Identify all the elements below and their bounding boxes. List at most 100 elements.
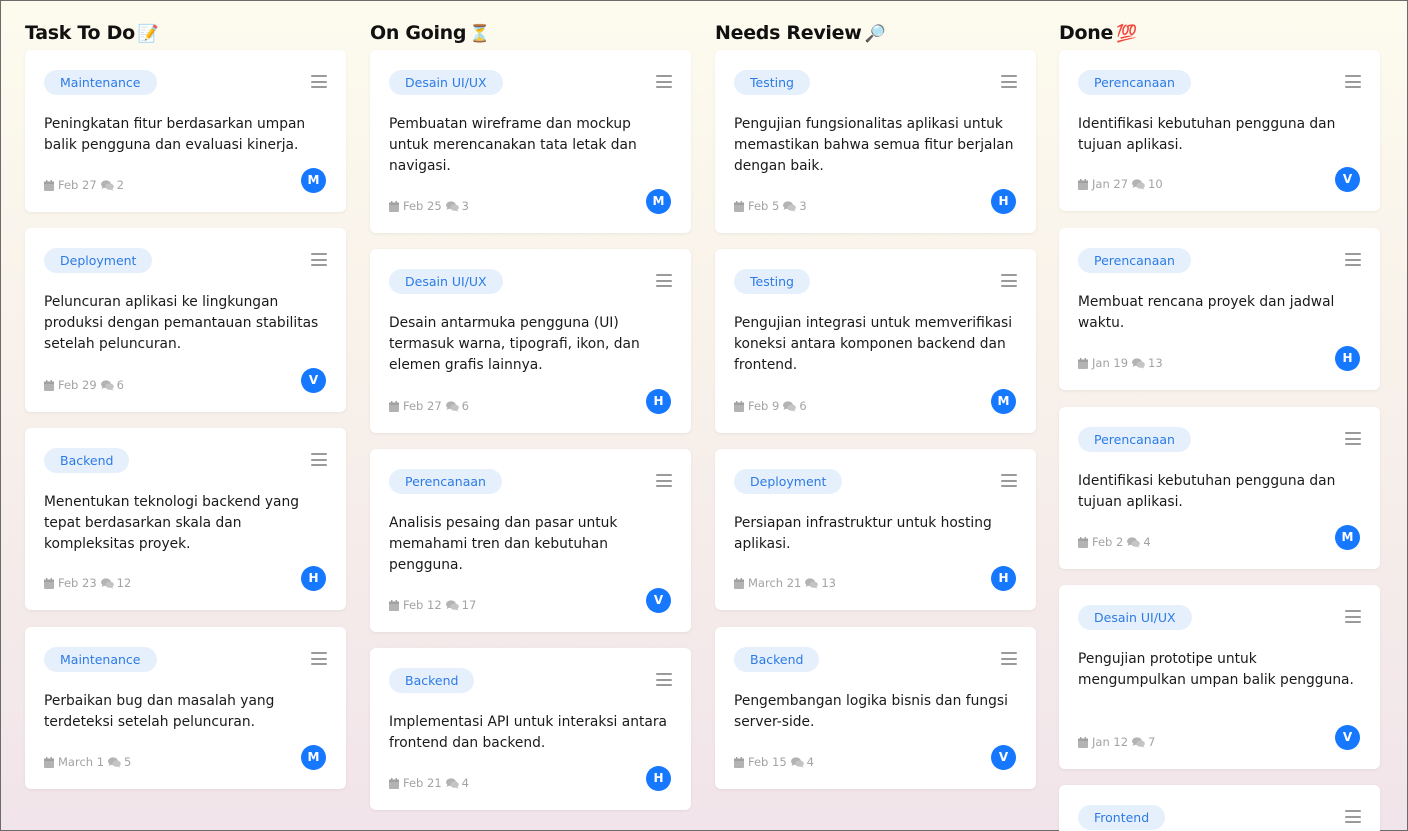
due-date: Feb 29 (58, 378, 97, 392)
drag-handle-icon[interactable] (1001, 274, 1017, 287)
calendar-icon (389, 599, 399, 611)
category-tag[interactable]: Maintenance (44, 647, 157, 672)
assignee-avatar[interactable]: H (646, 389, 671, 414)
comment-count: 5 (124, 755, 132, 769)
comments-icon (100, 179, 114, 191)
task-card[interactable]: Desain UI/UX Pembuatan wireframe dan mock… (370, 50, 691, 233)
due-date: March 21 (748, 576, 802, 590)
drag-handle-icon[interactable] (1001, 652, 1017, 665)
drag-handle-icon[interactable] (1345, 610, 1361, 623)
drag-handle-icon[interactable] (656, 75, 672, 88)
task-meta: Feb 29 6 (44, 378, 124, 392)
assignee-avatar[interactable]: M (301, 745, 326, 770)
task-meta: Feb 15 4 (734, 755, 814, 769)
assignee-avatar[interactable]: V (1335, 167, 1360, 192)
comment-count: 4 (461, 776, 469, 790)
task-card[interactable]: Perencanaan Analisis pesaing dan pasar un… (370, 449, 691, 632)
task-description: Identifikasi kebutuhan pengguna dan tuju… (1078, 116, 1336, 153)
drag-handle-icon[interactable] (1001, 75, 1017, 88)
task-card[interactable]: Backend Implementasi API untuk interaksi … (370, 648, 691, 810)
comments-icon (100, 379, 114, 391)
category-tag[interactable]: Perencanaan (1078, 427, 1191, 452)
task-card[interactable]: Perencanaan Membuat rencana proyek dan ja… (1059, 228, 1380, 390)
task-card[interactable]: Testing Pengujian integrasi untuk memveri… (715, 249, 1036, 433)
category-tag[interactable]: Desain UI/UX (1078, 605, 1192, 630)
due-date: Feb 5 (748, 199, 780, 213)
assignee-avatar[interactable]: M (991, 389, 1016, 414)
assignee-avatar[interactable]: M (646, 189, 671, 214)
calendar-icon (389, 200, 399, 212)
task-card[interactable]: Backend Menentukan teknologi backend yang… (25, 428, 346, 610)
task-card[interactable]: Desain UI/UX Desain antarmuka pengguna (U… (370, 249, 691, 433)
category-tag[interactable]: Backend (734, 647, 820, 672)
comments-icon (1127, 536, 1141, 548)
column-on-going: On Going ⏳ Desain UI/UX Pembuatan wireframe… (370, 1, 691, 831)
comment-count: 13 (821, 576, 836, 590)
category-tag[interactable]: Perencanaan (1078, 70, 1191, 95)
comments-icon (805, 577, 819, 589)
column-title: Done 💯 (1059, 22, 1137, 44)
category-tag[interactable]: Backend (389, 668, 475, 693)
category-tag[interactable]: Deployment (734, 469, 843, 494)
column-title-text: Done (1059, 22, 1114, 44)
category-tag[interactable]: Maintenance (44, 70, 157, 95)
kanban-board: Task To Do 📝 Maintenance Peningkatan fitur … (1, 1, 1408, 831)
assignee-avatar[interactable]: M (301, 168, 326, 193)
task-card[interactable]: Perencanaan Identifikasi kebutuhan penggu… (1059, 50, 1380, 211)
assignee-avatar[interactable]: H (991, 566, 1016, 591)
assignee-avatar[interactable]: H (646, 766, 671, 791)
assignee-avatar[interactable]: V (1335, 725, 1360, 750)
calendar-icon (389, 777, 399, 789)
task-card[interactable]: Perencanaan Identifikasi kebutuhan penggu… (1059, 407, 1380, 569)
drag-handle-icon[interactable] (1345, 75, 1361, 88)
task-description: Pembuatan wireframe dan mockup untuk mer… (389, 116, 637, 174)
category-tag[interactable]: Backend (44, 448, 130, 473)
category-tag[interactable]: Perencanaan (389, 469, 502, 494)
task-card[interactable]: Deployment Persiapan infrastruktur untuk … (715, 449, 1036, 610)
task-description: Peningkatan fitur berdasarkan umpan bali… (44, 116, 306, 153)
task-card[interactable]: Deployment Peluncuran aplikasi ke lingkun… (25, 228, 346, 412)
drag-handle-icon[interactable] (311, 75, 327, 88)
task-meta: Feb 21 4 (389, 776, 469, 790)
task-card[interactable]: Maintenance Perbaikan bug dan masalah yan… (25, 627, 346, 789)
task-card[interactable]: Frontend (1059, 785, 1380, 831)
task-card[interactable]: Testing Pengujian fungsionalitas aplikasi… (715, 50, 1036, 233)
task-card[interactable]: Maintenance Peningkatan fitur berdasarkan… (25, 50, 346, 212)
task-card[interactable]: Desain UI/UX Pengujian prototipe untuk me… (1059, 585, 1380, 769)
drag-handle-icon[interactable] (656, 474, 672, 487)
drag-handle-icon[interactable] (311, 253, 327, 266)
category-tag[interactable]: Deployment (44, 248, 153, 273)
task-description: Menentukan teknologi backend yang tepat … (44, 494, 299, 552)
task-meta: Jan 27 10 (1078, 177, 1163, 191)
column-task-to-do: Task To Do 📝 Maintenance Peningkatan fitur … (25, 1, 346, 831)
category-tag[interactable]: Frontend (1078, 805, 1166, 830)
column-title: Task To Do 📝 (25, 22, 159, 44)
drag-handle-icon[interactable] (656, 673, 672, 686)
category-tag[interactable]: Desain UI/UX (389, 70, 503, 95)
drag-handle-icon[interactable] (311, 453, 327, 466)
comment-count: 12 (116, 576, 132, 590)
drag-handle-icon[interactable] (656, 274, 672, 287)
category-tag[interactable]: Perencanaan (1078, 248, 1191, 273)
drag-handle-icon[interactable] (1345, 432, 1361, 445)
assignee-avatar[interactable]: H (991, 189, 1016, 214)
task-meta: Feb 27 2 (44, 178, 124, 192)
assignee-avatar[interactable]: M (1335, 525, 1360, 550)
assignee-avatar[interactable]: V (301, 368, 326, 393)
drag-handle-icon[interactable] (1345, 810, 1361, 823)
assignee-avatar[interactable]: V (646, 588, 671, 613)
assignee-avatar[interactable]: V (991, 745, 1016, 770)
category-tag[interactable]: Testing (734, 70, 810, 95)
drag-handle-icon[interactable] (311, 652, 327, 665)
comments-icon (445, 599, 459, 611)
calendar-icon (1078, 736, 1088, 748)
drag-handle-icon[interactable] (1001, 474, 1017, 487)
task-meta: Feb 23 12 (44, 576, 131, 590)
calendar-icon (734, 200, 744, 212)
assignee-avatar[interactable]: H (1335, 346, 1360, 371)
task-card[interactable]: Backend Pengembangan logika bisnis dan fu… (715, 627, 1036, 789)
drag-handle-icon[interactable] (1345, 253, 1361, 266)
category-tag[interactable]: Testing (734, 269, 810, 294)
category-tag[interactable]: Desain UI/UX (389, 269, 503, 294)
assignee-avatar[interactable]: H (301, 566, 326, 591)
